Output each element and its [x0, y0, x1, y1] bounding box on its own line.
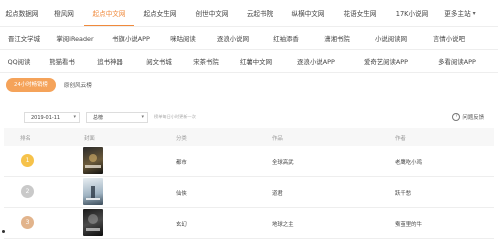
book-title-link[interactable]: 地球之主 [272, 220, 294, 228]
book-title-link[interactable]: 全球高武 [272, 158, 294, 166]
book-cover[interactable] [83, 209, 103, 236]
header-rank: 排名 [20, 136, 31, 142]
book-category: 玄幻 [176, 222, 187, 228]
book-cover[interactable] [83, 178, 103, 205]
table-row[interactable]: 2 仙侠 道君 跃千愁 [4, 177, 494, 208]
tab-iqiyi-app[interactable]: 爱奇艺阅读APP [348, 50, 424, 72]
tab-ireader[interactable]: 掌阅iReader [48, 27, 102, 49]
tab-zhulang[interactable]: 逐浪小说网 [206, 27, 260, 49]
tab-original-ranking[interactable]: 原创风云榜 [64, 81, 92, 89]
book-cover-art-icon [86, 186, 100, 200]
tertiary-nav: QQ阅读 熊猫看书 追书神器 阅文书城 宋茶书院 红薯中文网 逐浪小说APP 爱… [0, 50, 498, 73]
book-author-link[interactable]: 老鹰吃小鸡 [395, 158, 422, 166]
tab-xiaoxiang[interactable]: 潇湘书院 [312, 27, 362, 49]
tab-hongshu[interactable]: 红薯中文网 [228, 50, 284, 72]
tab-qq-read[interactable]: QQ阅读 [0, 50, 38, 72]
more-sites-button[interactable]: 更多主站 ▾ [438, 0, 482, 26]
book-author-link[interactable]: 跃千愁 [395, 189, 411, 197]
update-hint: 榜单每日小时更新一次 [154, 114, 196, 119]
more-sites-label: 更多主站 [444, 10, 471, 18]
tab-shuqi[interactable]: 书旗小说APP [102, 27, 160, 49]
table-row[interactable]: 1 都市 全球高武 老鹰吃小鸡 [4, 146, 494, 177]
tab-migu[interactable]: 咪咕阅读 [160, 27, 206, 49]
rank-number: 2 [25, 188, 30, 195]
table-header: 排名 封面 分类 作品 作者 [4, 128, 494, 146]
date-select[interactable]: 2019-01-11 ▾ [24, 112, 80, 123]
ranking-type-switcher: 24小时畅销榜 原创风云榜 [6, 78, 92, 92]
tab-zhulang-app[interactable]: 逐浪小说APP [284, 50, 348, 72]
tab-yunqi[interactable]: 云起书院 [238, 0, 282, 26]
secondary-nav: 晋江文学城 掌阅iReader 书旗小说APP 咪咕阅读 逐浪小说网 红袖添香 … [0, 27, 498, 50]
tab-chuangshi[interactable]: 创世中文网 [186, 0, 238, 26]
tab-hongxiu[interactable]: 红袖添香 [260, 27, 312, 49]
tab-huayu[interactable]: 花语女生网 [334, 0, 386, 26]
rank-number: 3 [25, 219, 30, 226]
filter-bar: 2019-01-11 ▾ 总榜 ▾ 榜单每日小时更新一次 ? 问题反馈 [4, 112, 494, 124]
tab-qidian-girl[interactable]: 起点女生网 [134, 0, 186, 26]
book-category: 都市 [176, 160, 187, 166]
cursor-dot [2, 230, 5, 233]
header-cover: 封面 [84, 136, 95, 142]
rank-medal-icon: 3 [21, 216, 34, 229]
book-cover[interactable] [83, 147, 103, 174]
tab-qidian-data[interactable]: 起点数据网 [0, 0, 44, 26]
chevron-down-icon: ▾ [472, 9, 476, 17]
tab-17k[interactable]: 17K小说网 [386, 0, 438, 26]
rank-medal-icon: 2 [21, 185, 34, 198]
tab-qidian-cn[interactable]: 起点中文网 [84, 0, 134, 26]
tab-jinjiang[interactable]: 晋江文学城 [0, 27, 48, 49]
book-category: 仙侠 [176, 191, 187, 197]
rank-medal-icon: 1 [21, 154, 34, 167]
book-author-link[interactable]: 蚕茧里的牛 [395, 220, 422, 228]
header-title: 作品 [272, 136, 283, 142]
header-author: 作者 [395, 136, 406, 142]
tab-yuewen[interactable]: 阅文书城 [134, 50, 184, 72]
tab-readnovel[interactable]: 小说阅读网 [362, 27, 420, 49]
book-cover-art-icon [86, 214, 100, 231]
tab-songcha[interactable]: 宋茶书院 [184, 50, 228, 72]
tab-zhuishu[interactable]: 追书神器 [86, 50, 134, 72]
book-title-link[interactable]: 道君 [272, 189, 283, 197]
caret-down-icon: ▾ [141, 114, 144, 120]
feedback-link[interactable]: ? 问题反馈 [452, 113, 484, 121]
date-value: 2019-01-11 [31, 114, 61, 121]
category-select[interactable]: 总榜 ▾ [86, 112, 148, 123]
caret-down-icon: ▾ [73, 114, 76, 120]
tab-chengfeng[interactable]: 橙风网 [44, 0, 84, 26]
question-circle-icon: ? [452, 113, 461, 121]
book-cover-art-icon [85, 154, 101, 168]
tab-zongheng[interactable]: 纵横中文网 [282, 0, 334, 26]
table-row[interactable]: 3 玄幻 地球之主 蚕茧里的牛 [4, 208, 494, 239]
tab-xiongmao[interactable]: 熊猫看书 [38, 50, 86, 72]
tab-duokan-app[interactable]: 多看阅读APP [424, 50, 490, 72]
header-category: 分类 [176, 136, 187, 142]
feedback-label: 问题反馈 [462, 115, 484, 121]
tab-yanqing[interactable]: 言情小说吧 [420, 27, 478, 49]
primary-nav: 起点数据网 橙风网 起点中文网 起点女生网 创世中文网 云起书院 纵横中文网 花… [0, 0, 498, 27]
rank-number: 1 [25, 157, 30, 164]
category-value: 总榜 [93, 115, 104, 121]
tab-24h-bestseller[interactable]: 24小时畅销榜 [6, 78, 56, 92]
